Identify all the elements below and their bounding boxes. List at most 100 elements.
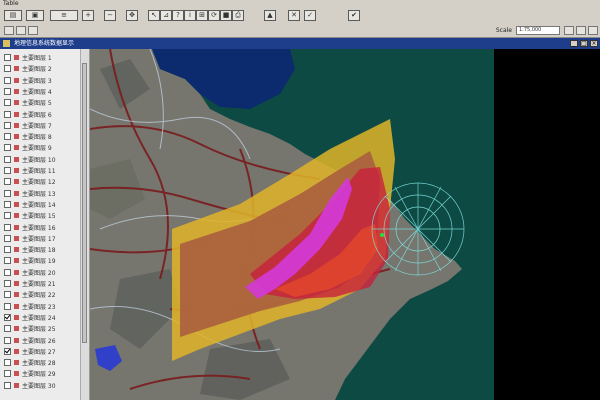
layer-checkbox[interactable] (4, 234, 11, 242)
layer-item[interactable]: 主要图层 2 (4, 64, 76, 75)
layer-checkbox[interactable] (4, 359, 11, 367)
layer-checkbox[interactable] (4, 76, 11, 84)
layer-type-icon (14, 179, 19, 185)
layer-item[interactable]: 主要图层 14 (4, 200, 76, 211)
layer-item[interactable]: 主要图层 28 (4, 358, 76, 369)
layer-item[interactable]: 主要图层 20 (4, 268, 76, 279)
layer-checkbox[interactable] (4, 257, 11, 265)
window-close-button[interactable]: × (590, 40, 598, 47)
warning-button[interactable]: ▲ (264, 10, 276, 21)
layer-item[interactable]: 主要图层 26 (4, 336, 76, 347)
check-button[interactable]: ✓ (304, 10, 316, 21)
layer-item[interactable]: 主要图层 24 (4, 313, 76, 324)
nav-home-button[interactable] (28, 26, 38, 35)
layer-item[interactable]: 主要图层 13 (4, 189, 76, 200)
layer-checkbox[interactable] (4, 313, 11, 321)
layer-item[interactable]: 主要图层 22 (4, 290, 76, 301)
layer-scroll-thumb[interactable] (82, 63, 87, 343)
layer-item[interactable]: 主要图层 4 (4, 87, 76, 98)
maximize-button[interactable]: □ (580, 40, 588, 47)
layer-item[interactable]: 主要图层 18 (4, 245, 76, 256)
stop-button[interactable]: ■ (220, 10, 232, 21)
layer-item[interactable]: 主要图层 7 (4, 121, 76, 132)
nav-back-button[interactable] (4, 26, 14, 35)
layer-item[interactable]: 主要图层 3 (4, 76, 76, 87)
layer-item[interactable]: 主要图层 19 (4, 256, 76, 267)
scale-apply-button[interactable] (564, 26, 574, 35)
layer-item[interactable]: 主要图层 30 (4, 381, 76, 392)
layer-label: 主要图层 13 (22, 190, 56, 198)
menu-table[interactable]: Table (0, 0, 19, 7)
map-view[interactable] (90, 49, 494, 400)
layer-checkbox[interactable] (4, 212, 11, 220)
layer-type-icon (14, 213, 19, 219)
layer-checkbox[interactable] (4, 54, 11, 61)
layer-checkbox[interactable] (4, 381, 11, 389)
layer-checkbox[interactable] (4, 302, 11, 310)
layer-checkbox[interactable] (4, 65, 11, 73)
save-button[interactable]: ▣ (26, 10, 44, 21)
select-button[interactable]: ↖ (148, 10, 160, 21)
minimize-button[interactable]: _ (570, 40, 578, 47)
layer-checkbox[interactable] (4, 167, 11, 174)
layer-checkbox[interactable] (4, 280, 11, 287)
layer-label: 主要图层 27 (22, 348, 56, 356)
layer-item[interactable]: 主要图层 25 (4, 324, 76, 335)
file-button[interactable]: ▤ (4, 10, 22, 21)
layer-checkbox[interactable] (4, 370, 11, 378)
layer-checkbox[interactable] (4, 133, 11, 141)
map-canvas[interactable] (90, 49, 494, 400)
scale-input[interactable]: 1:75,000 (516, 26, 560, 35)
layer-checkbox[interactable] (4, 99, 11, 107)
layer-checkbox[interactable] (4, 336, 11, 344)
nav-forward-button[interactable] (16, 26, 26, 35)
layer-item[interactable]: 主要图层 1 (4, 53, 76, 64)
print-button[interactable]: ⎙ (232, 10, 244, 21)
identify-button[interactable]: i (184, 10, 196, 21)
layer-item[interactable]: 主要图层 9 (4, 143, 76, 154)
layer-checkbox[interactable] (4, 291, 11, 299)
layer-checkbox[interactable] (4, 189, 11, 197)
layer-item[interactable]: 主要图层 12 (4, 177, 76, 188)
close-panel-button[interactable]: ✕ (288, 10, 300, 21)
layer-checkbox[interactable] (4, 223, 11, 231)
layer-item[interactable]: 主要图层 8 (4, 132, 76, 143)
layer-scrollbar[interactable] (80, 49, 89, 400)
scale-reset-button[interactable] (588, 26, 598, 35)
layer-item[interactable]: 主要图层 29 (4, 369, 76, 380)
layer-checkbox[interactable] (4, 200, 11, 208)
layer-item[interactable]: 主要图层 27 (4, 347, 76, 358)
measure-button[interactable]: ⊿ (160, 10, 172, 21)
main-toolbar: ▤ ▣ ≡ + − ✥ ↖ ⊿? i ⊞ ⟳ ■ ⎙ ▲ ✕ ✓ ✔ (0, 8, 600, 25)
scale-zoom-button[interactable] (576, 26, 586, 35)
approve-button[interactable]: ✔ (348, 10, 360, 21)
layer-item[interactable]: 主要图层 23 (4, 302, 76, 313)
layer-checkbox[interactable] (4, 246, 11, 254)
layer-item[interactable]: 主要图层 10 (4, 155, 76, 166)
layer-item[interactable]: 主要图层 16 (4, 223, 76, 234)
layer-type-icon (14, 134, 19, 140)
layer-checkbox[interactable] (4, 110, 11, 118)
zoom-in-button[interactable]: + (82, 10, 94, 21)
layer-item[interactable]: 主要图层 17 (4, 234, 76, 245)
pan-button[interactable]: ✥ (126, 10, 138, 21)
layer-checkbox[interactable] (4, 347, 11, 355)
query-button[interactable]: ? (172, 10, 184, 21)
layer-checkbox[interactable] (4, 144, 11, 152)
layer-button[interactable]: ≡ (50, 10, 78, 21)
layer-item[interactable]: 主要图层 6 (4, 110, 76, 121)
layer-checkbox[interactable] (4, 178, 11, 186)
layer-item[interactable]: 主要图层 11 (4, 166, 76, 177)
layer-checkbox[interactable] (4, 155, 11, 163)
full-extent-button[interactable]: ⊞ (196, 10, 208, 21)
layer-checkbox[interactable] (4, 87, 11, 95)
layer-item[interactable]: 主要图层 21 (4, 279, 76, 290)
layer-item[interactable]: 主要图层 5 (4, 98, 76, 109)
layer-item[interactable]: 主要图层 15 (4, 211, 76, 222)
layer-label: 主要图层 24 (22, 314, 56, 322)
zoom-out-button[interactable]: − (104, 10, 116, 21)
layer-checkbox[interactable] (4, 268, 11, 276)
layer-checkbox[interactable] (4, 121, 11, 129)
refresh-button[interactable]: ⟳ (208, 10, 220, 21)
layer-checkbox[interactable] (4, 325, 11, 333)
